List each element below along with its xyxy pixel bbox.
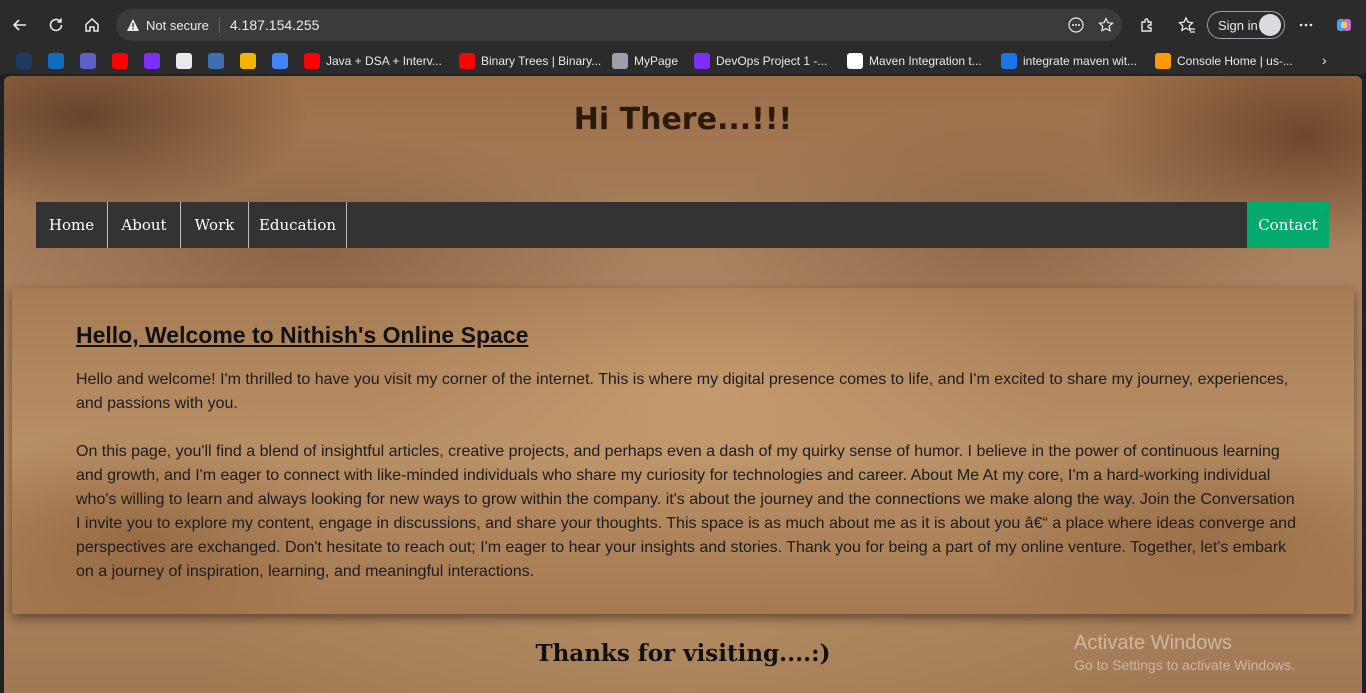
bookmark-label: Maven Integration t... (869, 54, 982, 68)
nav-item-about[interactable]: About (108, 202, 181, 248)
ellipsis-icon (1299, 23, 1313, 27)
bookmark-label: Binary Trees | Binary... (481, 54, 602, 68)
bookmark-favicon-icon (612, 53, 628, 69)
bookmark-label: MyPage (634, 54, 679, 68)
bookmark-item[interactable]: Java + DSA + Interv... (300, 48, 446, 74)
bookmark-item[interactable] (236, 48, 260, 74)
nav-item-home[interactable]: Home (36, 202, 108, 248)
avatar (1259, 14, 1281, 36)
bookmark-favicon-icon (240, 53, 256, 69)
home-icon (85, 17, 99, 32)
bookmark-label: DevOps Project 1 -... (716, 54, 828, 68)
reload-icon (49, 18, 63, 32)
security-label[interactable]: Not secure (146, 18, 209, 33)
bookmark-favicon-icon (1001, 53, 1017, 69)
bookmark-item[interactable]: MyPage (608, 48, 682, 74)
address-bar-actions (1068, 9, 1114, 41)
bookmark-favicon-icon (694, 53, 710, 69)
bookmark-item[interactable] (268, 48, 292, 74)
bookmark-favicon-icon (304, 53, 320, 69)
bookmark-item[interactable]: Maven Integration t... (843, 48, 986, 74)
page-title: Hi There...!!! (573, 102, 793, 137)
nav-item-contact[interactable]: Contact (1247, 202, 1329, 248)
nav-item-education[interactable]: Education (249, 202, 347, 248)
bookmark-favicon-icon (208, 53, 224, 69)
welcome-heading: Hello, Welcome to Nithish's Online Space (76, 322, 529, 348)
favorites-button[interactable] (1171, 9, 1203, 41)
bookmark-favicon-icon (1155, 53, 1171, 69)
web-page: Hi There...!!! Home About Work Education Con… (4, 76, 1362, 693)
bookmark-item[interactable] (12, 48, 36, 74)
warning-icon (127, 19, 139, 31)
bookmark-item[interactable]: Binary Trees | Binary... (455, 48, 605, 74)
star-icon[interactable] (1098, 17, 1114, 33)
copilot-icon (1337, 19, 1351, 31)
back-button[interactable] (4, 9, 36, 41)
bookmark-favicon-icon (80, 53, 96, 69)
bookmark-favicon-icon (16, 53, 32, 69)
bookmark-item[interactable] (204, 48, 228, 74)
reload-button[interactable] (40, 9, 72, 41)
bookmark-label: Console Home | us-... (1177, 54, 1293, 68)
bookmark-item[interactable]: integrate maven wit... (997, 48, 1141, 74)
browser-toolbar: Not secure 4.187.154.255 Sign in (0, 0, 1366, 48)
bookmark-favicon-icon (112, 53, 128, 69)
extensions-button[interactable] (1131, 9, 1163, 41)
bookmark-favicon-icon (272, 53, 288, 69)
watermark-line2: Go to Settings to activate Windows. (1074, 657, 1295, 673)
bookmark-item[interactable] (172, 48, 196, 74)
windows-activation-watermark: Activate Windows Go to Settings to activ… (1074, 632, 1295, 673)
bookmark-favicon-icon (48, 53, 64, 69)
bookmark-item[interactable]: Console Home | us-... (1151, 48, 1297, 74)
welcome-card: Hello, Welcome to Nithish's Online Space… (12, 288, 1354, 614)
favorites-star-icon (1178, 16, 1195, 33)
bookmark-item[interactable] (140, 48, 164, 74)
intro-paragraph: Hello and welcome! I'm thrilled to have … (76, 371, 1289, 412)
url-text[interactable]: 4.187.154.255 (230, 17, 320, 33)
address-separator (218, 17, 220, 33)
bookmark-favicon-icon (847, 53, 863, 69)
nav-item-work[interactable]: Work (181, 202, 249, 248)
bookmarks-overflow-chevron-icon[interactable]: › (1322, 52, 1338, 68)
back-arrow-icon (12, 19, 26, 31)
menu-button[interactable] (1290, 9, 1322, 41)
bookmark-favicon-icon (144, 53, 160, 69)
sign-in-button[interactable]: Sign in (1207, 11, 1285, 39)
more-options-circle-icon[interactable] (1068, 17, 1084, 33)
bookmarks-bar: Java + DSA + Interv... Binary Trees | Bin… (0, 48, 1366, 74)
home-button[interactable] (76, 9, 108, 41)
puzzle-icon (1141, 18, 1152, 32)
bookmark-favicon-icon (176, 53, 192, 69)
sign-in-label: Sign in (1218, 17, 1258, 33)
bookmark-label: Java + DSA + Interv... (326, 54, 442, 68)
bookmark-item[interactable] (44, 48, 68, 74)
about-paragraph: On this page, you'll find a blend of ins… (76, 443, 1296, 580)
bookmark-favicon-icon (459, 53, 475, 69)
address-bar[interactable]: Not secure 4.187.154.255 (116, 9, 1122, 41)
bookmark-item[interactable] (108, 48, 132, 74)
watermark-line1: Activate Windows (1074, 632, 1232, 654)
bookmark-label: integrate maven wit... (1023, 54, 1138, 68)
bookmark-item[interactable] (76, 48, 100, 74)
bookmark-item[interactable]: DevOps Project 1 -... (690, 48, 831, 74)
copilot-button[interactable] (1328, 9, 1360, 41)
top-navigation: Home About Work Education Contact (36, 202, 1329, 248)
